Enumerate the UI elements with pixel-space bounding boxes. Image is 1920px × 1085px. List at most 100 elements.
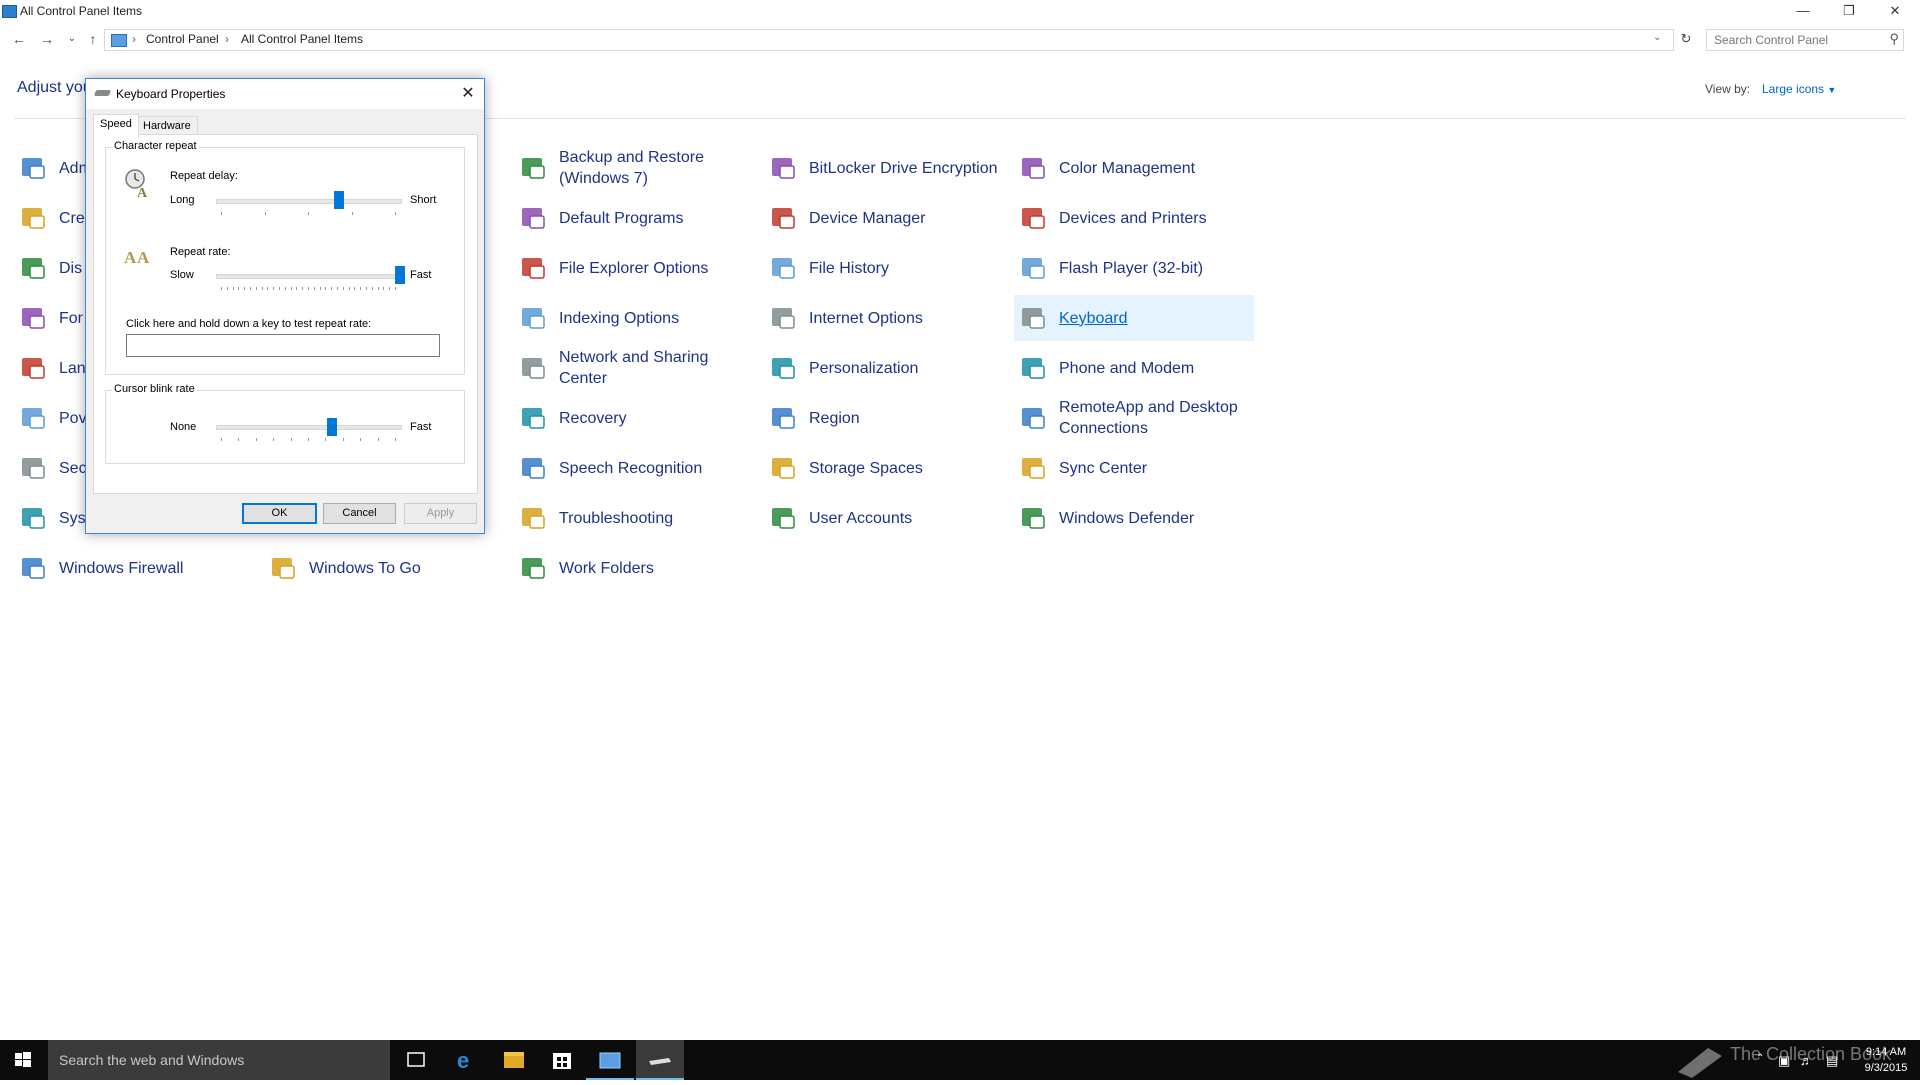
start-button[interactable] [0, 1040, 46, 1080]
control-panel-item-label[interactable]: Personalization [809, 345, 1004, 391]
control-panel-item[interactable]: File Explorer Options [514, 245, 754, 291]
control-panel-item-label[interactable]: Default Programs [559, 195, 754, 241]
control-panel-item[interactable]: Windows To Go [264, 545, 504, 591]
slider-tick [348, 287, 350, 290]
control-panel-item-label[interactable]: Recovery [559, 395, 754, 441]
cancel-button[interactable]: Cancel [323, 503, 396, 524]
control-panel-item-label[interactable]: Windows Firewall [59, 545, 254, 591]
action-center-icon[interactable]: ▤ [1826, 1053, 1838, 1069]
up-icon[interactable]: ↑ [83, 30, 103, 48]
repeat-rate-slider-track[interactable] [216, 274, 402, 279]
view-by-dropdown[interactable]: Large icons ▼ [1762, 82, 1836, 96]
address-field[interactable]: › Control Panel › All Control Panel Item… [104, 29, 1674, 51]
file-explorer-icon[interactable] [490, 1040, 538, 1080]
control-panel-item[interactable]: Devices and Printers [1014, 195, 1254, 241]
store-icon[interactable] [538, 1040, 586, 1080]
restore-button[interactable]: ❐ [1826, 0, 1872, 22]
breadcrumb-separator-icon[interactable]: › [225, 32, 229, 46]
control-panel-item-label[interactable]: Indexing Options [559, 295, 754, 341]
forward-icon[interactable]: → [37, 30, 57, 48]
network-icon[interactable]: ▣ [1778, 1053, 1790, 1069]
tab-speed[interactable]: Speed [93, 114, 139, 137]
control-panel-item-label[interactable]: Work Folders [559, 545, 754, 591]
tab-hardware[interactable]: Hardware [136, 116, 198, 136]
control-panel-item[interactable]: Backup and Restore (Windows 7) [514, 145, 754, 191]
control-panel-item-label[interactable]: Device Manager [809, 195, 1004, 241]
control-panel-item-label[interactable]: Devices and Printers [1059, 195, 1254, 241]
close-button[interactable]: ✕ [1872, 0, 1918, 22]
control-panel-item[interactable]: Region [764, 395, 1004, 441]
control-panel-item[interactable]: Keyboard [1014, 295, 1254, 341]
cursor-blink-slider-track[interactable] [216, 425, 402, 430]
control-panel-item[interactable]: BitLocker Drive Encryption [764, 145, 1004, 191]
control-panel-item[interactable]: Recovery [514, 395, 754, 441]
control-panel-item-label[interactable]: Keyboard [1059, 295, 1254, 341]
control-panel-item[interactable]: User Accounts [764, 495, 1004, 541]
control-panel-item[interactable]: Network and Sharing Center [514, 345, 754, 391]
repeat-delay-slider-thumb[interactable] [333, 191, 344, 209]
keyboard-taskbar-icon[interactable] [636, 1040, 684, 1080]
test-repeat-input[interactable] [126, 334, 440, 357]
task-view-icon[interactable] [392, 1040, 440, 1080]
chevron-up-icon[interactable]: ⌃ [1756, 1053, 1764, 1064]
control-panel-item[interactable]: Work Folders [514, 545, 754, 591]
control-panel-item-label[interactable]: Windows To Go [309, 545, 504, 591]
repeat-rate-slider-thumb[interactable] [395, 266, 405, 284]
ok-button[interactable]: OK [242, 503, 317, 524]
control-panel-item-label[interactable]: Region [809, 395, 1004, 441]
control-panel-item-label[interactable]: Network and Sharing Center [559, 345, 754, 391]
control-panel-item-label[interactable]: User Accounts [809, 495, 1004, 541]
control-panel-item[interactable]: Internet Options [764, 295, 1004, 341]
control-panel-item-label[interactable]: File Explorer Options [559, 245, 754, 291]
control-panel-item[interactable]: File History [764, 245, 1004, 291]
dialog-close-icon[interactable]: ✕ [458, 83, 478, 103]
control-panel-item[interactable]: Personalization [764, 345, 1004, 391]
control-panel-item-label[interactable]: Flash Player (32-bit) [1059, 245, 1254, 291]
control-panel-item[interactable]: Default Programs [514, 195, 754, 241]
control-panel-item[interactable]: Windows Defender [1014, 495, 1254, 541]
control-panel-item-label[interactable]: RemoteApp and Desktop Connections [1059, 395, 1254, 441]
control-panel-item-label[interactable]: Storage Spaces [809, 445, 1004, 491]
control-panel-item[interactable]: Device Manager [764, 195, 1004, 241]
apply-button[interactable]: Apply [404, 503, 477, 524]
control-panel-item-label[interactable]: BitLocker Drive Encryption [809, 145, 1004, 191]
control-panel-item-label[interactable]: Internet Options [809, 295, 1004, 341]
control-panel-item-label[interactable]: Sync Center [1059, 445, 1254, 491]
back-icon[interactable]: ← [9, 30, 29, 48]
control-panel-item-label[interactable]: Speech Recognition [559, 445, 754, 491]
search-icon[interactable]: ⚲ [1889, 31, 1899, 47]
volume-icon[interactable]: ♬ [1800, 1053, 1813, 1068]
control-panel-taskbar-icon[interactable] [586, 1040, 634, 1080]
chevron-down-icon[interactable]: ⌄ [1653, 32, 1661, 43]
control-panel-item[interactable]: Troubleshooting [514, 495, 754, 541]
control-panel-item[interactable]: Color Management [1014, 145, 1254, 191]
breadcrumb-control-panel[interactable]: Control Panel [146, 32, 219, 46]
cursor-blink-min-label: None [170, 421, 197, 433]
control-panel-item-label[interactable]: Windows Defender [1059, 495, 1254, 541]
taskbar-clock[interactable]: 9:14 AM 9/3/2015 [1856, 1044, 1916, 1076]
breadcrumb-all-items[interactable]: All Control Panel Items [241, 32, 363, 46]
minimize-button[interactable]: — [1780, 0, 1826, 22]
control-panel-item[interactable]: Storage Spaces [764, 445, 1004, 491]
svg-text:A: A [124, 248, 137, 267]
control-panel-item-label[interactable]: Phone and Modem [1059, 345, 1254, 391]
refresh-icon[interactable]: ↻ [1676, 30, 1696, 48]
control-panel-item-label[interactable]: File History [809, 245, 1004, 291]
breadcrumb-separator-icon[interactable]: › [132, 32, 136, 46]
control-panel-item[interactable]: Speech Recognition [514, 445, 754, 491]
recent-locations-icon[interactable]: ⌄ [62, 30, 82, 48]
cursor-blink-slider-thumb[interactable] [326, 418, 337, 436]
control-panel-item[interactable]: Windows Firewall [14, 545, 254, 591]
repeat-delay-slider-track[interactable] [216, 199, 402, 204]
control-panel-item-label[interactable]: Color Management [1059, 145, 1254, 191]
control-panel-item[interactable]: Sync Center [1014, 445, 1254, 491]
control-panel-item-label[interactable]: Backup and Restore (Windows 7) [559, 145, 754, 191]
edge-icon[interactable]: e [442, 1040, 490, 1080]
control-panel-item[interactable]: Phone and Modem [1014, 345, 1254, 391]
taskbar-search-box[interactable]: Search the web and Windows [48, 1040, 390, 1080]
control-panel-item[interactable]: Indexing Options [514, 295, 754, 341]
search-input[interactable]: Search Control Panel ⚲ [1706, 29, 1904, 51]
control-panel-item-label[interactable]: Troubleshooting [559, 495, 754, 541]
control-panel-item[interactable]: RemoteApp and Desktop Connections [1014, 395, 1254, 441]
control-panel-item[interactable]: Flash Player (32-bit) [1014, 245, 1254, 291]
